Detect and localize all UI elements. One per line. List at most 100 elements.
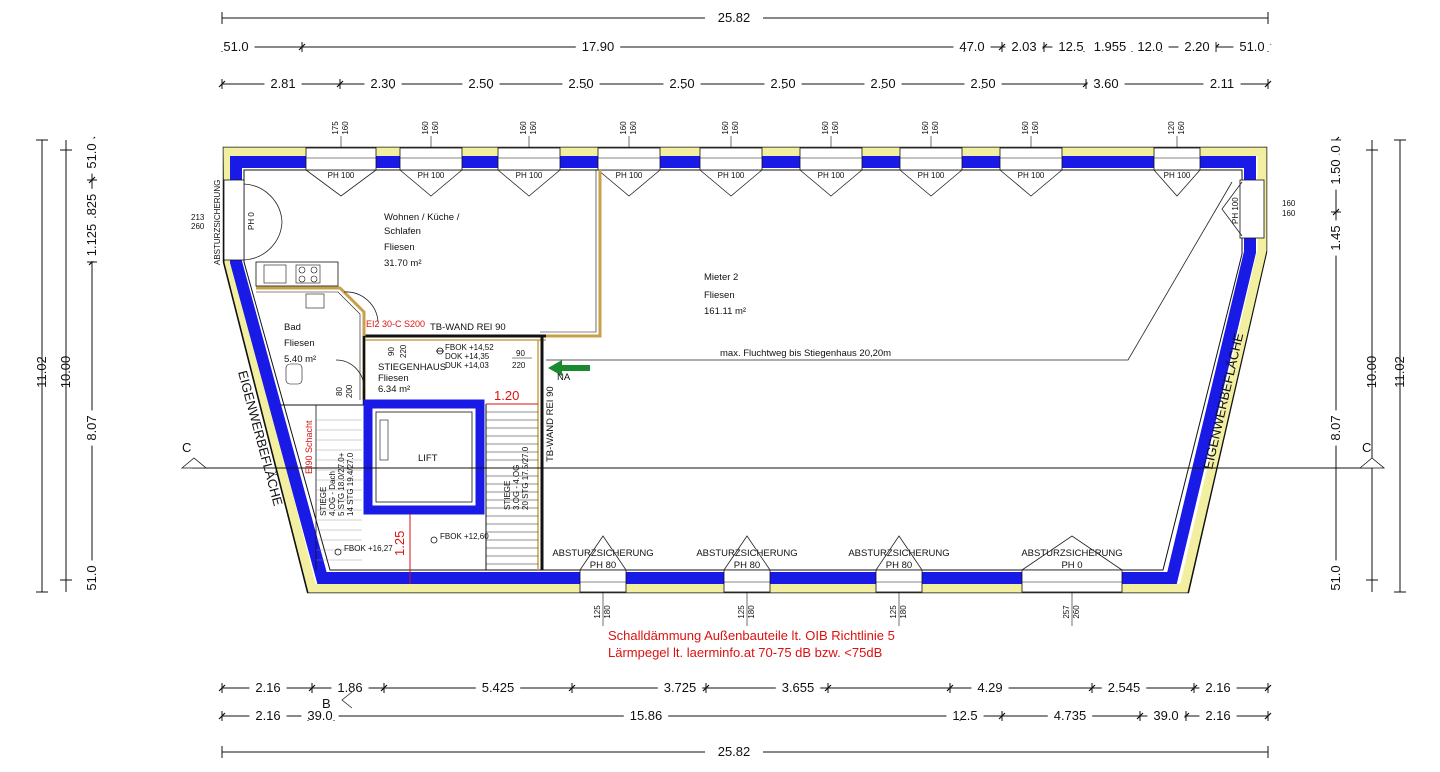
duk-label: DUK +14,03 (445, 361, 489, 370)
fbok-1: FBOK +14,52 (445, 343, 494, 352)
left-window-label: PH 0 (247, 212, 256, 230)
top-window-dim-a-3: 160 (519, 121, 528, 135)
ei90-schacht: EI90 Schacht (304, 420, 314, 474)
bottom-window-label-3: PH 80 (886, 560, 912, 571)
ei2-label: EI2 30-C S200 (366, 319, 425, 329)
bottom-window-dim-a-1: 125 (593, 605, 602, 619)
bottom-window-dim-b-2: 180 (747, 605, 756, 619)
dim-1-20: 1.20 (494, 388, 519, 403)
bottom-window-dim-a-4: 257 (1062, 605, 1071, 619)
section-c-left: C (182, 440, 191, 455)
fbok-3: FBOK +16,27 (344, 544, 393, 553)
room-living: Wohnen / Küche / Schlafen Fliesen 31.70 … (384, 212, 460, 269)
bath-floor: Fliesen (284, 338, 315, 349)
top-window-label-2: PH 100 (418, 171, 445, 180)
tenant-name: Mieter 2 (704, 272, 738, 283)
top-window-dim-a-7: 160 (921, 121, 930, 135)
dim-bottom-row1-4: 3.725 (664, 680, 697, 695)
left-window-dim-2: 260 (191, 222, 205, 231)
fbok-2: FBOK +12,60 (440, 532, 489, 541)
top-window-dim-b-6: 160 (831, 121, 840, 135)
dim-top-total: 25.82 (718, 10, 751, 25)
dim-bottom-total: 25.82 (718, 744, 751, 759)
stair-door-200: 200 (345, 384, 354, 398)
dim-left-mid: 10.00 (58, 356, 73, 389)
top-window-dim-b-2: 160 (431, 121, 440, 135)
bottom-window-dim-b-1: 180 (603, 605, 612, 619)
door-90: 90 (516, 349, 525, 358)
dim-right-inner-4: 8.07 (1328, 415, 1343, 440)
dim-left-inner-4: 8.07 (84, 415, 99, 440)
section-b: B (322, 696, 331, 711)
dim-bottom-row1-5: 3.655 (782, 680, 815, 695)
stair-left-text-2: 4.OG - Dach (328, 471, 337, 516)
floor-plan: 25.82 51.0 17.90 47.0 2.03 12.5 1.955 12.0 2.20… (34, 9, 1407, 759)
living-area: 31.70 m² (384, 258, 422, 269)
dim-bottom-row2-3: 15.86 (630, 708, 663, 723)
room-stair: STIEGENHAUS Fliesen 6.34 m² (378, 362, 446, 395)
dim-top-row3-10: 2.11 (1210, 76, 1234, 91)
right-window: PH 100 160 160 (1221, 179, 1296, 239)
dim-1-25: 1.25 (392, 531, 407, 556)
stair-door-80: 80 (335, 387, 344, 396)
stair-right-text-3: 20 STG 17.5/27.0 (521, 446, 530, 510)
bottom-window-dim-a-2: 125 (737, 605, 746, 619)
note-line-1: Schalldämmung Außenbauteile lt. OIB Rich… (608, 628, 895, 643)
dim-right-inner-5: 51.0 (1328, 565, 1343, 590)
top-window-label-6: PH 100 (818, 171, 845, 180)
bottom-window-label-2: PH 80 (734, 560, 760, 571)
dim-top-row3-7: 2.50 (870, 76, 895, 91)
section-c-right: C (1362, 440, 1371, 455)
dim-top-row3-4: 2.50 (568, 76, 593, 91)
bath-door-90: 90 (387, 347, 396, 356)
tb-wand-top: TB-WAND REI 90 (430, 322, 506, 333)
lift-label: LIFT (418, 453, 438, 464)
living-name-1: Wohnen / Küche / (384, 212, 460, 223)
top-window-label-1: PH 100 (328, 171, 355, 180)
dim-bottom-row1-3: 5.425 (482, 680, 515, 695)
dim-right-outer: 11.02 (1392, 356, 1407, 388)
tenant-area: 161.11 m² (704, 306, 746, 317)
top-window-label-8: PH 100 (1018, 171, 1045, 180)
dim-bottom-row2-4: 12.5 (952, 708, 977, 723)
na-label: NA (557, 372, 571, 383)
left-window-dim-1: 213 (191, 213, 205, 222)
top-window-dim-b-5: 160 (731, 121, 740, 135)
right-dimension-chains: 51.01.501.458.0751.0 10.00 11.02 (1328, 136, 1407, 596)
dim-top-row2-9: 51.0 (1239, 39, 1264, 54)
bottom-window-dim-b-4: 260 (1072, 605, 1081, 619)
dim-top-row3-9: 3.60 (1093, 76, 1118, 91)
top-window-dim-a-1: 175 (331, 121, 340, 135)
dim-top-row3-3: 2.50 (468, 76, 493, 91)
top-window-dim-a-5: 160 (721, 121, 730, 135)
top-window-label-7: PH 100 (918, 171, 945, 180)
top-window-dim-b-8: 160 (1031, 121, 1040, 135)
top-window-label-9: PH 100 (1164, 171, 1191, 180)
top-window-dim-b-7: 160 (931, 121, 940, 135)
dim-bottom-row2-6: 39.0 (1153, 708, 1178, 723)
bath-area: 5.40 m² (284, 354, 316, 365)
bottom-window-caption-4: ABSTURZSICHERUNG (1021, 548, 1122, 559)
bath-door-220: 220 (399, 344, 408, 358)
door-220: 220 (512, 361, 526, 370)
stair-left-text-1: STIEGE (319, 487, 328, 516)
top-window-label-4: PH 100 (616, 171, 643, 180)
lift: LIFT (363, 399, 485, 515)
stair-name: STIEGENHAUS (378, 362, 446, 373)
stair-right-text-2: 3.OG - 4.OG (512, 465, 521, 510)
dim-top-row3-6: 2.50 (770, 76, 795, 91)
dim-top-row3-8: 2.50 (970, 76, 995, 91)
stair-floor: Fliesen (378, 373, 409, 384)
dim-bottom-row2-7: 2.16 (1205, 708, 1230, 723)
dim-bottom-row1-7: 2.545 (1108, 680, 1141, 695)
bottom-dimension-chains: 2.16 1.86 5.425 3.725 3.655 4.29 2.545 2.16 2.1… (218, 677, 1272, 759)
stair-area: 6.34 m² (378, 384, 410, 395)
dim-bottom-row1-2: 1.86 (337, 680, 362, 695)
absturz-left: ABSTURZSICHERUNG (213, 180, 222, 265)
dim-left-inner-3: 1.125 (84, 224, 99, 257)
bath-name: Bad (284, 322, 301, 333)
dim-top-row2-1: 51.0 (223, 39, 248, 54)
top-window-dim-a-4: 160 (619, 121, 628, 135)
dim-right-inner-2: 1.50 (1328, 159, 1343, 184)
dim-left-inner-1: 51.0 (84, 143, 99, 168)
